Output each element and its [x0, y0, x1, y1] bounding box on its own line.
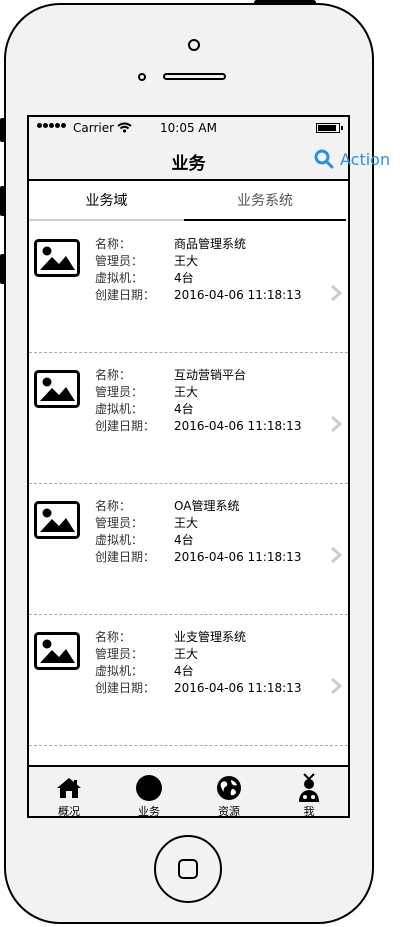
vm-count: 4台 [174, 533, 194, 547]
list-item[interactable]: 名称： 管理员： 虚拟机： 创建日期： OA管理系统 王大 4台 2016-04… [29, 484, 348, 615]
field-values: OA管理系统 王大 4台 2016-04-06 11:18:13 [174, 498, 301, 566]
image-placeholder-icon [34, 239, 80, 277]
created-date: 2016-04-06 11:18:13 [174, 681, 302, 695]
manager-name: 王大 [174, 647, 199, 661]
tabbar-label: 业务 [138, 805, 160, 818]
field-values: 商品管理系统 王大 4台 2016-04-06 11:18:13 [174, 236, 301, 304]
image-placeholder-icon [34, 370, 80, 408]
page-title: 业务 [171, 154, 206, 174]
system-name: 商品管理系统 [174, 237, 247, 251]
globe-icon [217, 776, 241, 800]
navigation-bar: 业务 [29, 139, 348, 181]
system-name: 互动营销平台 [174, 368, 247, 382]
tabbar-item-business[interactable]: 业务 [109, 767, 189, 818]
circle-icon [136, 775, 162, 801]
divider [29, 745, 348, 746]
field-labels: 名称： 管理员： 虚拟机： 创建日期： [95, 630, 156, 695]
clock: 10:05 AM [160, 121, 217, 135]
action-label: Action [340, 149, 391, 169]
vm-count: 4台 [174, 664, 194, 678]
system-name: 业支管理系统 [174, 630, 247, 644]
tabbar-label: 概况 [58, 805, 80, 818]
field-labels: 名称： 管理员： 虚拟机： 创建日期： [95, 368, 156, 433]
speaker [163, 73, 226, 80]
home-icon [57, 778, 81, 798]
vm-count: 4台 [174, 402, 194, 416]
segment-tabs: 业务域 业务系统 [29, 181, 348, 222]
created-date: 2016-04-06 11:18:13 [174, 288, 302, 302]
tab-business-domain[interactable]: 业务域 [29, 181, 184, 222]
manager-name: 王大 [174, 254, 199, 268]
action-button[interactable]: Action [314, 147, 390, 171]
battery-icon [316, 123, 343, 133]
tab-indicator-inactive [29, 219, 184, 221]
chevron-right-icon [331, 546, 342, 564]
manager-name: 王大 [174, 385, 199, 399]
home-button-square-icon [178, 859, 198, 879]
screen: Carrier 10:05 AM 业务 业务域 业务系统 名称： 管理员： 虚拟… [27, 115, 350, 818]
created-date: 2016-04-06 11:18:13 [174, 419, 302, 433]
manager-name: 王大 [174, 516, 199, 530]
image-placeholder-icon [34, 501, 80, 539]
sensor [138, 73, 146, 81]
chevron-right-icon [331, 677, 342, 695]
field-labels: 名称： 管理员： 虚拟机： 创建日期： [95, 237, 156, 302]
vm-count: 4台 [174, 271, 194, 285]
tabbar-label: 资源 [218, 805, 240, 818]
list-item[interactable]: 名称： 管理员： 虚拟机： 创建日期： 互动营销平台 王大 4台 2016-04… [29, 353, 348, 484]
system-name: OA管理系统 [174, 499, 240, 513]
tabbar-item-overview[interactable]: 概况 [29, 767, 109, 818]
tab-indicator-active [184, 219, 346, 221]
search-icon [314, 149, 334, 169]
tabbar-item-resources[interactable]: 资源 [189, 767, 269, 818]
status-bar: Carrier 10:05 AM [29, 117, 348, 139]
chevron-right-icon [331, 415, 342, 433]
home-button[interactable] [154, 835, 222, 903]
tabbar-item-me[interactable]: 我 [269, 767, 348, 818]
list-item[interactable]: 名称： 管理员： 虚拟机： 创建日期： 商品管理系统 王大 4台 2016-04… [29, 222, 348, 353]
tab-business-system[interactable]: 业务系统 [184, 181, 346, 222]
list-item[interactable]: 名称： 管理员： 虚拟机： 创建日期： 业支管理系统 王大 4台 2016-04… [29, 615, 348, 746]
camera [188, 39, 200, 51]
field-labels: 名称： 管理员： 虚拟机： 创建日期： [95, 499, 156, 564]
field-values: 互动营销平台 王大 4台 2016-04-06 11:18:13 [174, 367, 301, 435]
tabbar-label: 我 [303, 805, 315, 818]
bottom-tab-bar: 概况 业务 资源 我 [29, 765, 348, 818]
field-values: 业支管理系统 王大 4台 2016-04-06 11:18:13 [174, 629, 301, 697]
chevron-right-icon [331, 284, 342, 302]
created-date: 2016-04-06 11:18:13 [174, 550, 302, 564]
doctor-icon [299, 773, 319, 802]
image-placeholder-icon [34, 632, 80, 670]
